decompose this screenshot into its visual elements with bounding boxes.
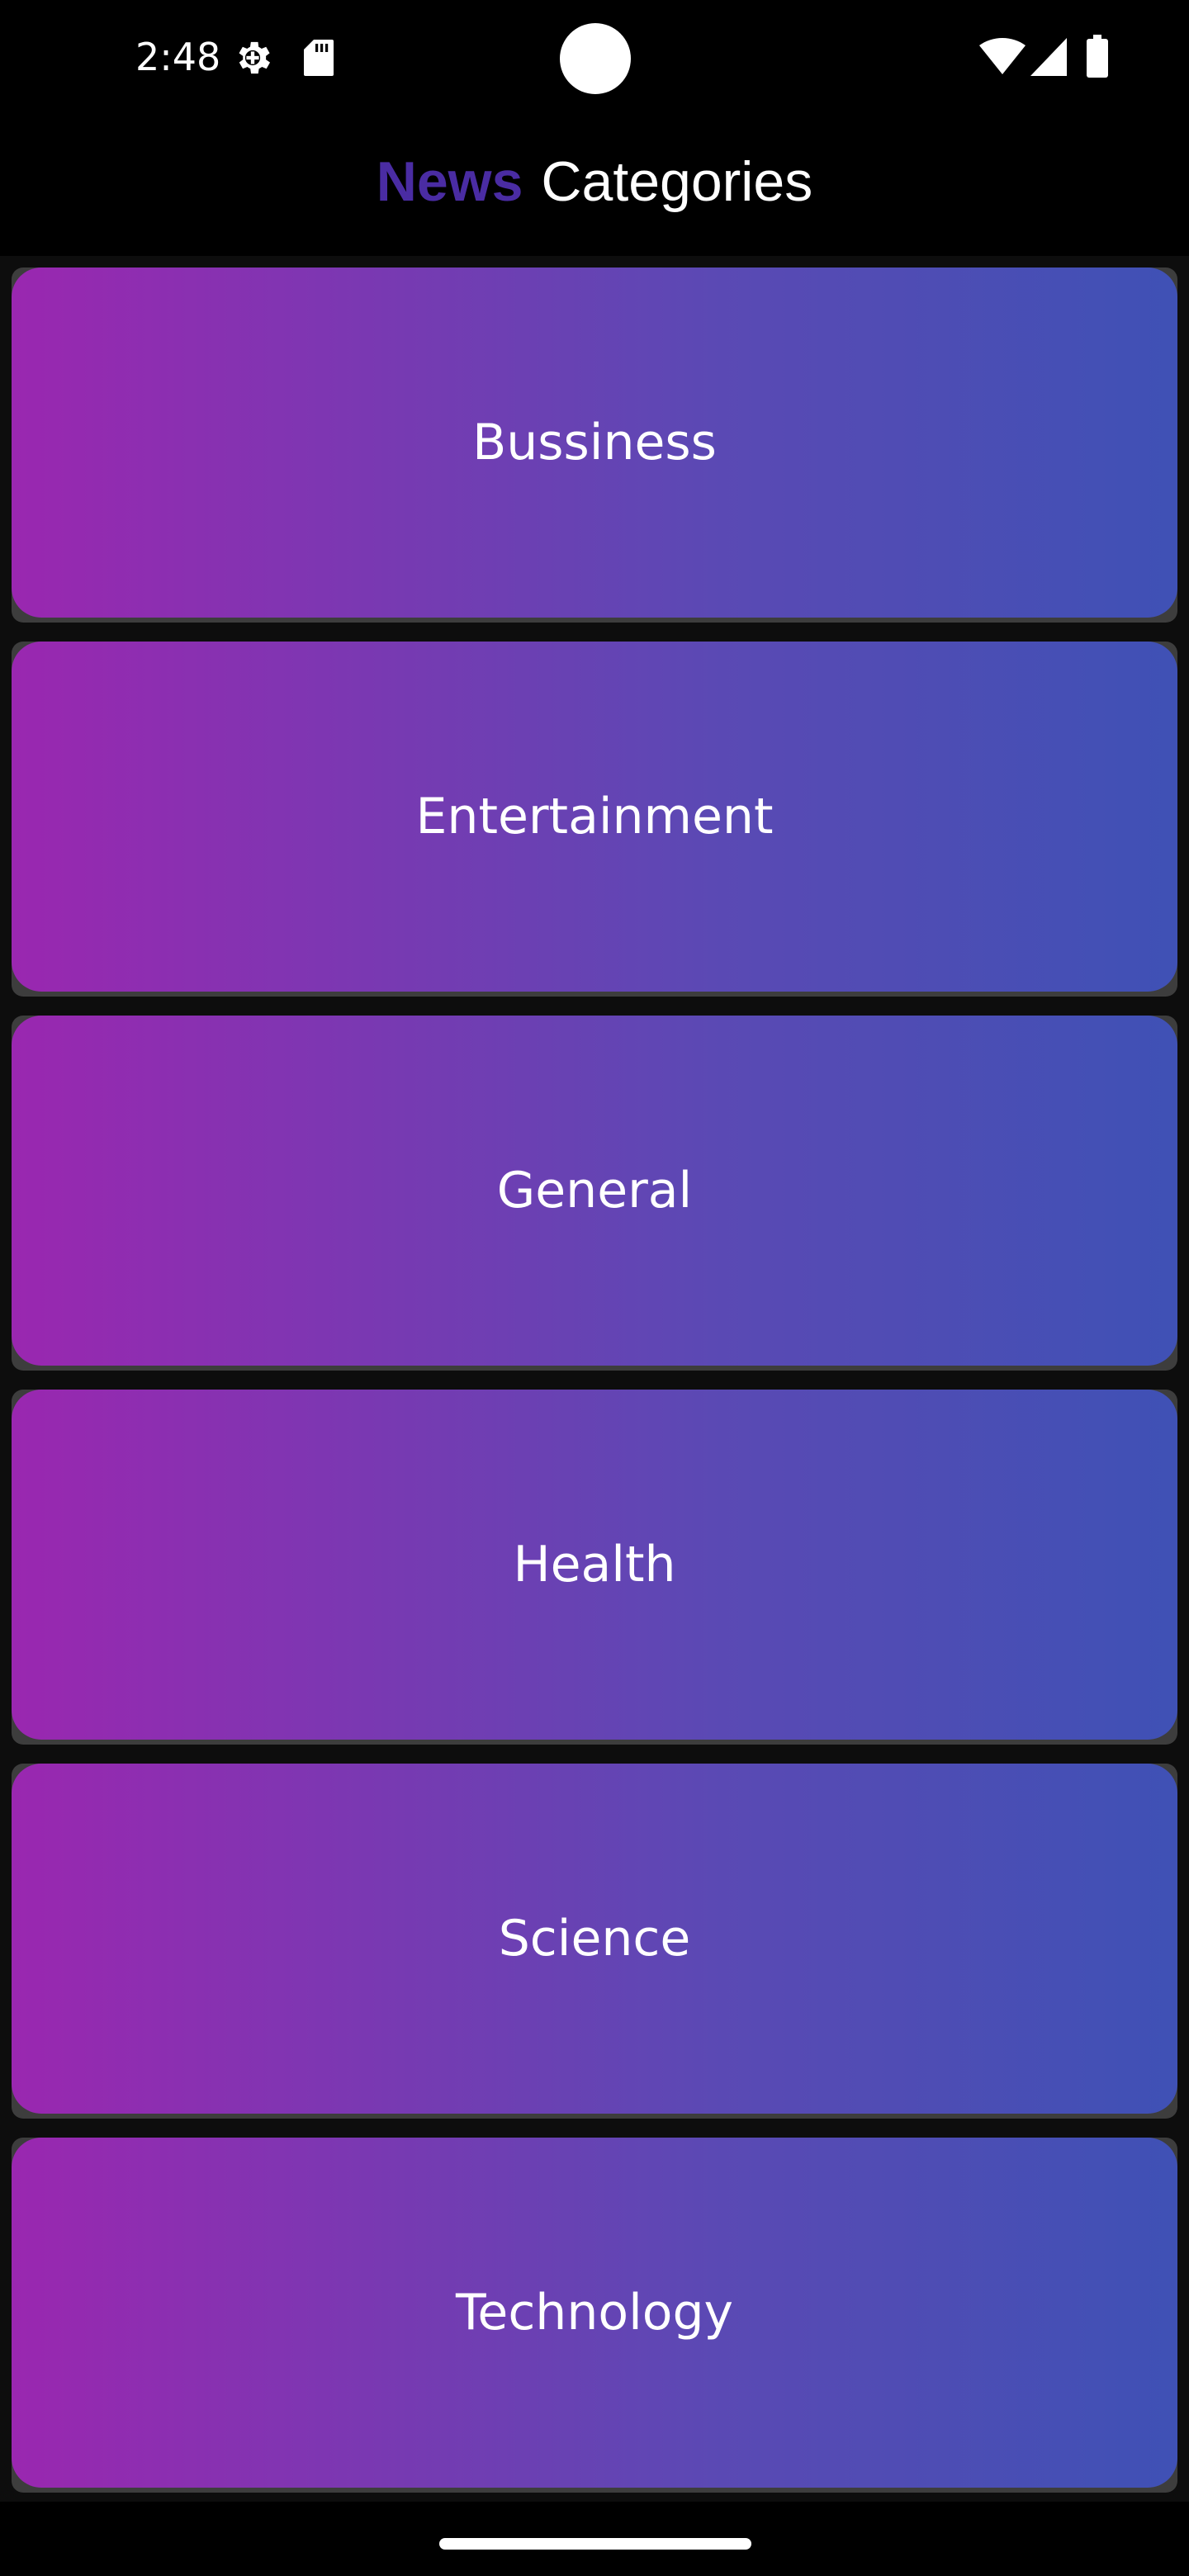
category-label: Bussiness — [472, 414, 717, 471]
category-label: Health — [513, 1536, 676, 1593]
category-card-shell: Bussiness — [12, 268, 1177, 623]
camera-cutout — [560, 23, 631, 94]
category-label: Science — [498, 1910, 691, 1968]
category-card-shell: Science — [12, 1764, 1177, 2119]
sd-card-icon — [304, 40, 334, 76]
status-bar: 2:48 — [0, 0, 1189, 116]
category-card-technology[interactable]: Technology — [12, 2138, 1177, 2488]
category-card-science[interactable]: Science — [12, 1764, 1177, 2114]
category-card-business[interactable]: Bussiness — [12, 268, 1177, 618]
cellular-signal-icon — [1030, 38, 1067, 76]
wifi-icon — [979, 38, 1026, 74]
category-card-entertainment[interactable]: Entertainment — [12, 642, 1177, 992]
page-title: News Categories — [0, 149, 1189, 215]
category-label: Entertainment — [415, 788, 774, 845]
status-clock: 2:48 — [135, 35, 221, 79]
battery-icon — [1087, 35, 1108, 78]
category-card-shell: Health — [12, 1390, 1177, 1745]
gear-icon — [239, 41, 271, 74]
category-card-health[interactable]: Health — [12, 1390, 1177, 1740]
title-main: Categories — [541, 150, 813, 213]
category-card-shell: Entertainment — [12, 642, 1177, 997]
category-label: Technology — [455, 2284, 734, 2342]
category-list: Bussiness Entertainment General Health S… — [0, 256, 1189, 2502]
category-card-general[interactable]: General — [12, 1016, 1177, 1366]
title-accent: News — [376, 150, 523, 213]
app-bar: News Categories — [0, 116, 1189, 256]
category-card-shell: General — [12, 1016, 1177, 1371]
category-card-shell: Technology — [12, 2138, 1177, 2493]
category-label: General — [496, 1162, 693, 1219]
home-gesture-handle[interactable] — [439, 2538, 751, 2550]
navigation-bar — [0, 2502, 1189, 2576]
